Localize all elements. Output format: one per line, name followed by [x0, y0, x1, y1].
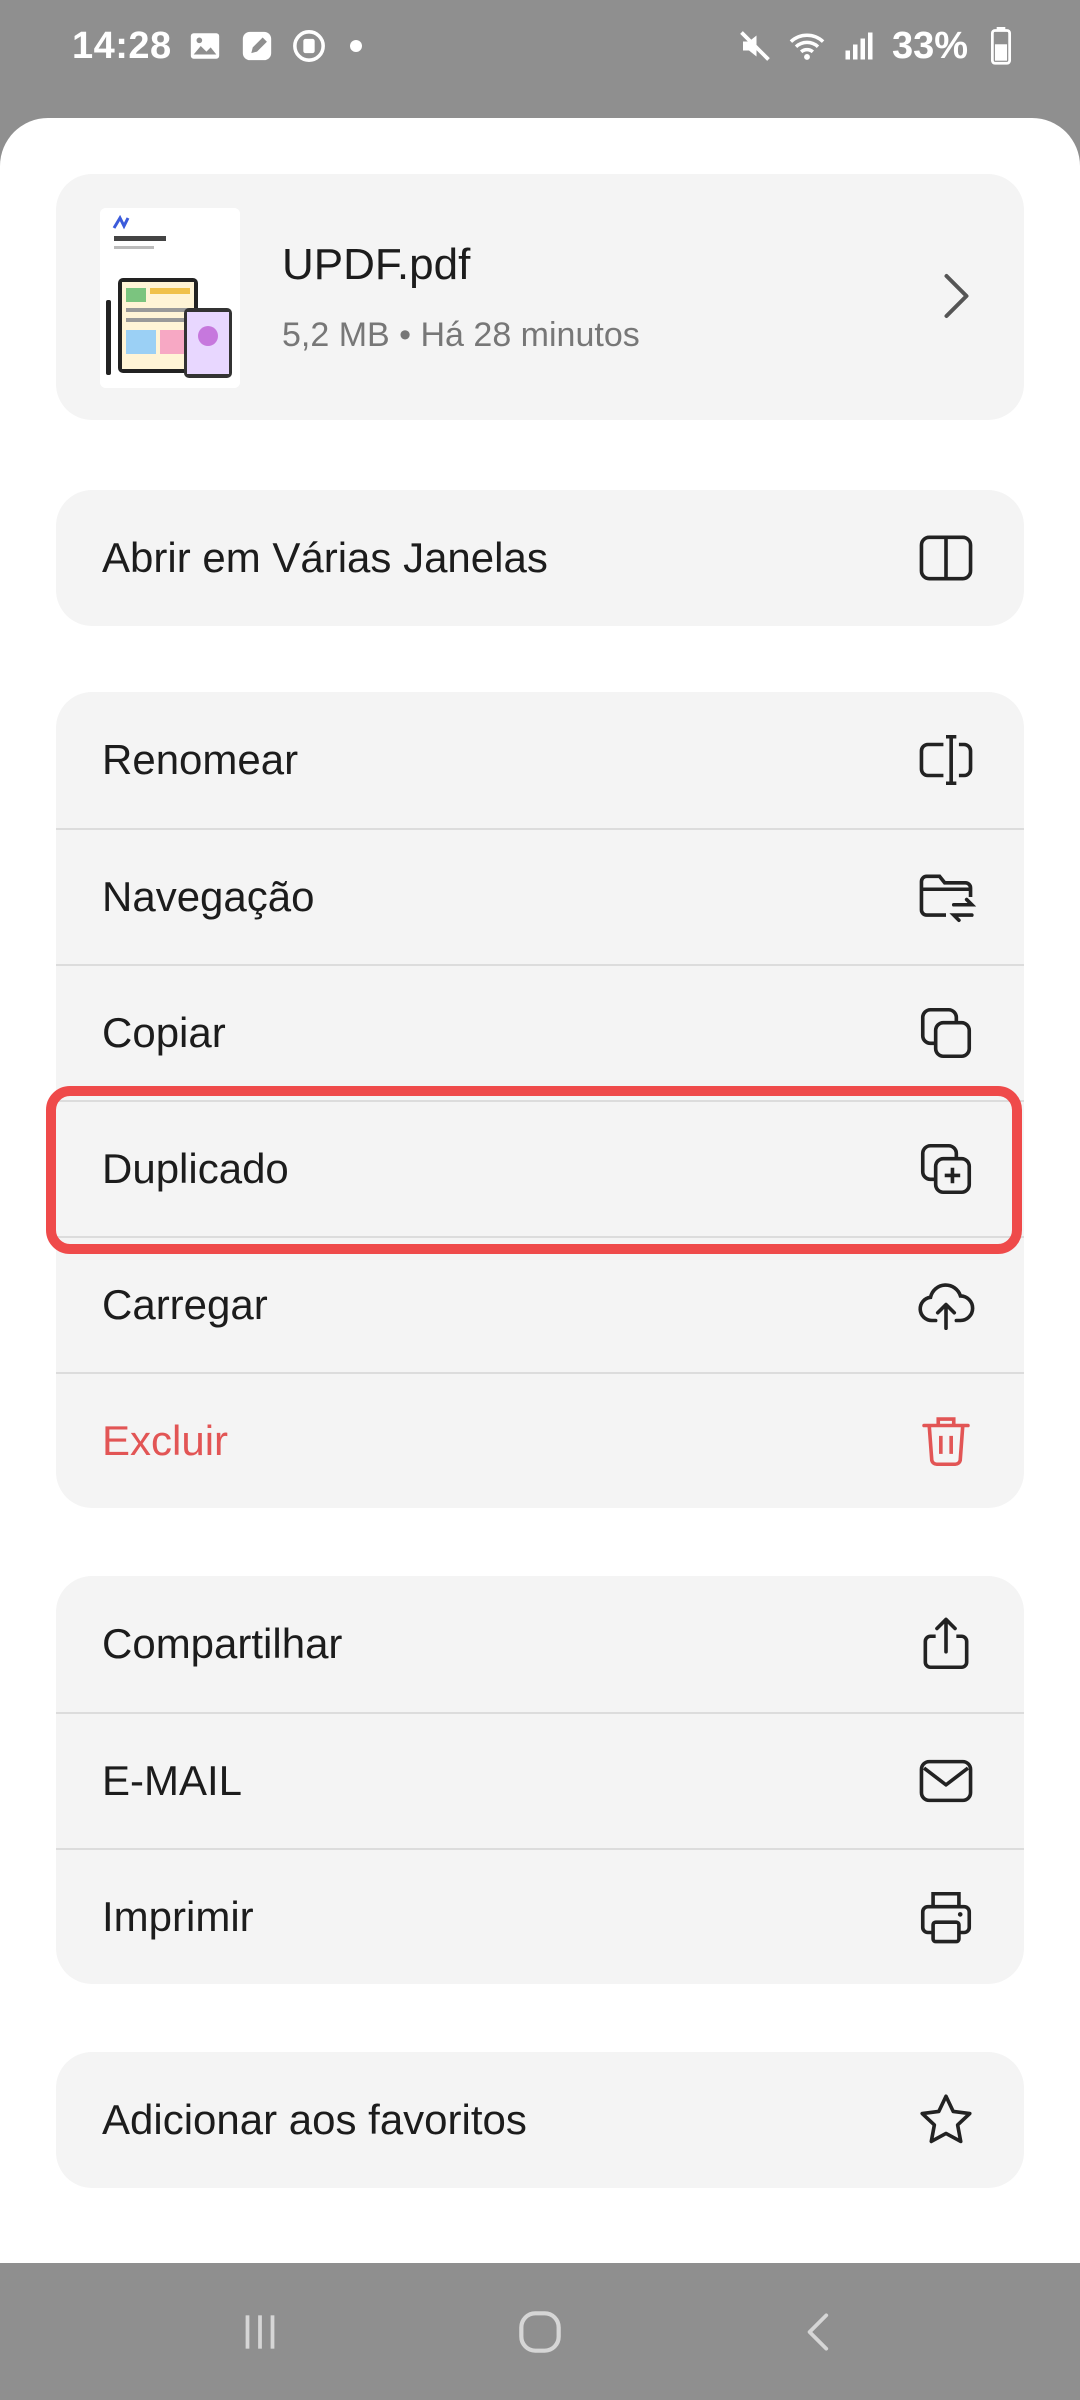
- menu-item-move[interactable]: Navegação: [56, 828, 1024, 964]
- file-actions-group: Renomear Navegação Copiar Duplicado Carr…: [56, 692, 1024, 1508]
- more-notifications-dot: [349, 40, 362, 52]
- navigation-bar: [0, 2263, 1080, 2400]
- menu-item-copy[interactable]: Copiar: [56, 964, 1024, 1100]
- menu-item-delete[interactable]: Excluir: [56, 1372, 1024, 1508]
- print-icon: [914, 1885, 978, 1949]
- menu-item-label: Compartilhar: [102, 1620, 343, 1667]
- file-details-card[interactable]: UPDF.pdf 5,2 MB • Há 28 minutos: [56, 174, 1024, 420]
- recent-apps-button[interactable]: [220, 2292, 300, 2372]
- trash-icon: [914, 1409, 978, 1473]
- duplicate-icon: [914, 1137, 978, 1201]
- signal-icon: [840, 27, 878, 65]
- mail-icon: [914, 1749, 978, 1813]
- star-icon: [914, 2088, 978, 2152]
- file-meta: 5,2 MB • Há 28 minutos: [282, 316, 640, 354]
- chevron-right-icon[interactable]: [924, 266, 984, 326]
- menu-item-label: Abrir em Várias Janelas: [102, 534, 548, 581]
- back-button[interactable]: [780, 2292, 860, 2372]
- copy-icon: [914, 1001, 978, 1065]
- menu-item-email[interactable]: E-MAIL: [56, 1712, 1024, 1848]
- split-window-icon: [914, 526, 978, 590]
- menu-item-duplicate[interactable]: Duplicado: [56, 1100, 1024, 1236]
- home-button[interactable]: [500, 2292, 580, 2372]
- mute-icon: [736, 27, 774, 65]
- file-options-sheet: UPDF.pdf 5,2 MB • Há 28 minutos Abrir em…: [0, 118, 1080, 2263]
- open-options-group: Abrir em Várias Janelas: [56, 490, 1024, 626]
- menu-item-share[interactable]: Compartilhar: [56, 1576, 1024, 1712]
- menu-item-label: Carregar: [102, 1281, 268, 1328]
- menu-item-label: E-MAIL: [102, 1757, 243, 1804]
- menu-item-add-favorites[interactable]: Adicionar aos favoritos: [56, 2052, 1024, 2188]
- menu-item-open-multi-window[interactable]: Abrir em Várias Janelas: [56, 490, 1024, 626]
- menu-item-print[interactable]: Imprimir: [56, 1848, 1024, 1984]
- menu-item-label: Imprimir: [102, 1893, 254, 1940]
- menu-item-label: Adicionar aos favoritos: [102, 2096, 527, 2143]
- menu-item-label: Renomear: [102, 736, 299, 783]
- move-folder-icon: [914, 865, 978, 929]
- share-icon: [914, 1612, 978, 1676]
- cloud-upload-icon: [914, 1273, 978, 1337]
- gallery-notification-icon: [186, 27, 224, 65]
- menu-item-rename[interactable]: Renomear: [56, 692, 1024, 828]
- menu-item-label: Copiar: [102, 1009, 226, 1056]
- share-actions-group: Compartilhar E-MAIL Imprimir: [56, 1576, 1024, 1984]
- battery-icon: [982, 27, 1020, 65]
- rename-icon: [914, 728, 978, 792]
- file-thumbnail: [100, 208, 240, 388]
- wifi-icon: [788, 27, 826, 65]
- favorites-group: Adicionar aos favoritos: [56, 2052, 1024, 2188]
- status-time: 14:28: [72, 24, 172, 67]
- battery-percentage: 33%: [891, 24, 968, 67]
- menu-item-label: Excluir: [102, 1417, 229, 1464]
- file-name: UPDF.pdf: [282, 240, 471, 289]
- screen-recorder-icon: [290, 27, 328, 65]
- menu-item-label: Duplicado: [102, 1145, 289, 1192]
- menu-item-upload[interactable]: Carregar: [56, 1236, 1024, 1372]
- status-left: 14:28: [72, 25, 362, 68]
- menu-item-label: Navegação: [102, 873, 315, 920]
- status-bar: 14:28 33%: [0, 0, 1080, 92]
- notes-notification-icon: [238, 27, 276, 65]
- status-right: 33%: [736, 25, 1020, 68]
